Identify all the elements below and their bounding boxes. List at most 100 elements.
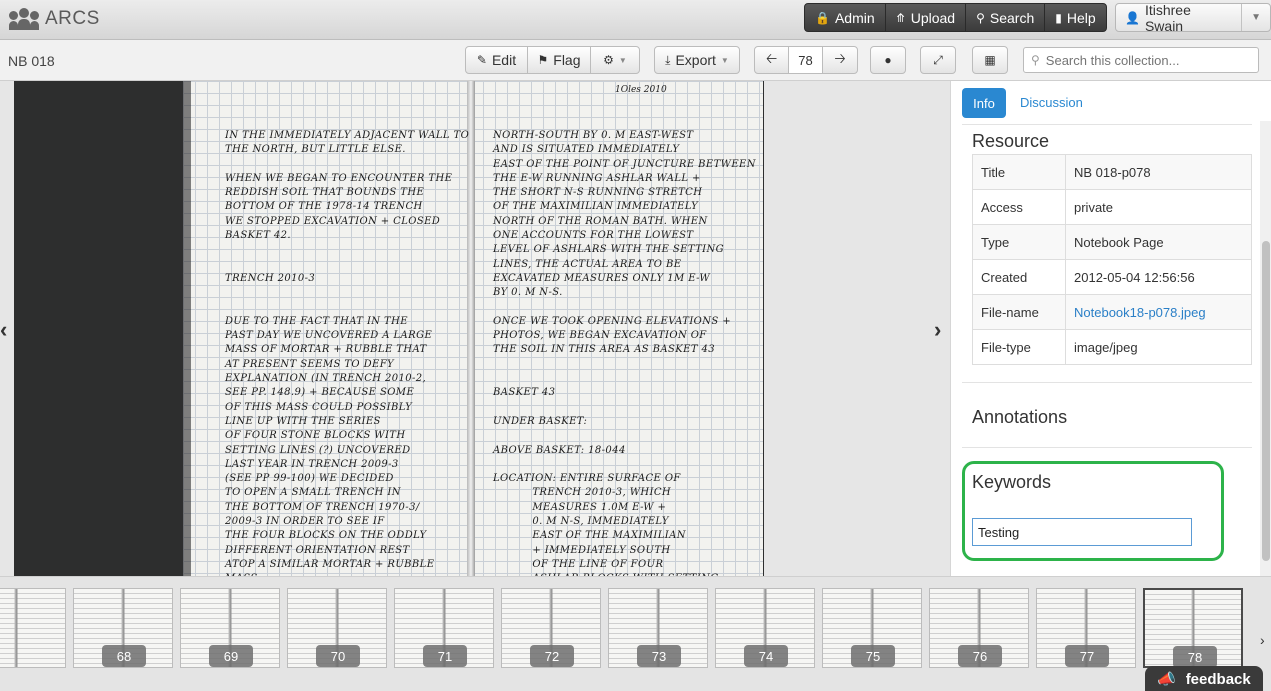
feedback-label: feedback <box>1185 670 1251 688</box>
location-button[interactable]: ● <box>870 46 906 74</box>
grid-view-button[interactable]: ▦ <box>972 46 1008 74</box>
caret-down-icon: ▼ <box>1251 12 1262 23</box>
page-thumbnail[interactable]: 68 <box>73 588 173 668</box>
page-thumbnail[interactable]: 69 <box>180 588 280 668</box>
table-row: Created 2012-05-04 12:56:56 <box>972 259 1252 295</box>
thumbnail-page-number: 72 <box>530 645 574 667</box>
megaphone-icon: 📣 <box>1157 671 1176 688</box>
brand[interactable]: ARCS <box>9 7 100 31</box>
caret-down-icon: ▼ <box>618 55 627 65</box>
collection-search-box[interactable]: ⚲ <box>1023 47 1259 73</box>
people-logo-icon <box>9 8 39 30</box>
thumbnail-page-number: 73 <box>637 645 681 667</box>
tab-discussion[interactable]: Discussion <box>1020 95 1083 110</box>
user-name: Itishree Swain <box>1144 3 1191 32</box>
main-nav-group: 🔒 Admin ⤊ Upload ⚲ Search ▮ Help <box>804 3 1107 32</box>
search-nav-label: Search <box>989 9 1035 26</box>
table-row: File-type image/jpeg <box>972 329 1252 365</box>
thumbnail-page-number: 71 <box>423 645 467 667</box>
table-row: Title NB 018-p078 <box>972 154 1252 190</box>
lock-icon: 🔒 <box>815 10 830 25</box>
keywords-input[interactable] <box>972 518 1192 546</box>
upload-label: Upload <box>910 9 956 26</box>
admin-label: Admin <box>834 9 875 26</box>
flag-button[interactable]: ⚑ Flag <box>528 47 591 73</box>
user-menu: 👤 Itishree Swain ▼ <box>1115 3 1271 32</box>
resource-heading: Resource <box>972 131 1050 151</box>
settings-dropdown-button[interactable]: ⚙ ▼ <box>591 47 639 73</box>
next-page-button[interactable]: 🡢 <box>823 47 857 73</box>
resource-key: Access <box>972 189 1066 225</box>
resource-key: Type <box>972 224 1066 260</box>
page-thumbnail[interactable] <box>0 588 66 668</box>
upload-circle-icon: ⤊ <box>895 10 906 25</box>
page-thumbnail[interactable]: 72 <box>501 588 601 668</box>
user-button[interactable]: 👤 Itishree Swain <box>1116 3 1243 32</box>
page-navigation: 🡠 78 🡢 <box>754 46 858 74</box>
panel-scrollbar-thumb[interactable] <box>1262 241 1270 561</box>
page-thumbnail[interactable]: 70 <box>287 588 387 668</box>
export-button[interactable]: ⤓ Export ▼ <box>654 46 740 74</box>
grid-icon: ▦ <box>984 53 996 67</box>
page-thumbnail[interactable]: 75 <box>822 588 922 668</box>
notebook-page-image: 1Oles 2010 IN THE IMMEDIATELY ADJACENT W… <box>183 81 763 576</box>
download-icon: ⤓ <box>665 53 671 67</box>
app-name: ARCS <box>45 8 100 29</box>
page-thumbnail-active[interactable]: 78 <box>1143 588 1243 668</box>
upload-button[interactable]: ⤊ Upload <box>886 4 967 31</box>
table-row: File-name Notebook18-p078.jpeg <box>972 294 1252 330</box>
resource-value: 2012-05-04 12:56:56 <box>1065 259 1252 295</box>
resource-value: image/jpeg <box>1065 329 1252 365</box>
edit-flag-group: ✎ Edit ⚑ Flag ⚙ ▼ <box>465 46 640 74</box>
top-navbar: ARCS 🔒 Admin ⤊ Upload ⚲ Search ▮ Help 👤 … <box>0 0 1271 40</box>
admin-button[interactable]: 🔒 Admin <box>805 4 886 31</box>
thumbnail-page-number: 69 <box>209 645 253 667</box>
thumbnail-page-number: 68 <box>102 645 146 667</box>
thumbnail-page-number: 75 <box>851 645 895 667</box>
page-thumbnail[interactable]: 76 <box>929 588 1029 668</box>
expand-icon: ⤢ <box>933 53 943 67</box>
tab-info[interactable]: Info <box>962 88 1006 118</box>
edit-button[interactable]: ✎ Edit <box>466 47 528 73</box>
search-nav-button[interactable]: ⚲ Search <box>966 4 1046 31</box>
arrow-left-icon: 🡠 <box>765 50 778 66</box>
page-title: NB 018 <box>8 53 55 69</box>
search-icon: ⚲ <box>1031 53 1040 67</box>
info-panel: Info Discussion Resource Title NB 018-p0… <box>950 81 1271 576</box>
page-thumbnail[interactable]: 71 <box>394 588 494 668</box>
notebook-page-header: 1Oles 2010 <box>615 85 667 95</box>
thumbnail-page-number: 74 <box>744 645 788 667</box>
prev-page-arrow-icon[interactable]: ‹ <box>0 317 7 343</box>
fullscreen-button[interactable]: ⤢ <box>920 46 956 74</box>
thumbnail-page-number: 76 <box>958 645 1002 667</box>
export-label: Export <box>675 52 716 68</box>
resource-table: Title NB 018-p078 Access private Type No… <box>972 154 1252 365</box>
file-name-link[interactable]: Notebook18-p078.jpeg <box>1065 294 1252 330</box>
map-marker-icon: ● <box>884 53 892 67</box>
feedback-button[interactable]: 📣 feedback <box>1145 666 1263 691</box>
flag-icon: ⚑ <box>537 53 549 67</box>
table-row: Type Notebook Page <box>972 224 1252 260</box>
thumbnail-page-number: 78 <box>1173 646 1217 666</box>
prev-page-button[interactable]: 🡠 <box>755 47 789 73</box>
page-thumbnail[interactable]: 73 <box>608 588 708 668</box>
help-button[interactable]: ▮ Help <box>1045 4 1105 31</box>
filmstrip-next-arrow-icon[interactable]: › <box>1260 632 1265 648</box>
page-thumbnail[interactable]: 74 <box>715 588 815 668</box>
user-dropdown-toggle[interactable]: ▼ <box>1242 4 1270 31</box>
next-page-arrow-icon[interactable]: › <box>934 317 941 343</box>
notebook-right-page-text: NORTH-SOUTH BY 0. M EAST-WEST AND IS SIT… <box>493 130 756 576</box>
notebook-left-page-text: IN THE IMMEDIATELY ADJACENT WALL TO THE … <box>225 130 470 576</box>
thumbnail-page-number: 77 <box>1065 645 1109 667</box>
page-filmstrip: 68 69 70 71 72 73 74 75 76 77 78 › 📣 fee… <box>0 576 1271 691</box>
resource-key: File-type <box>972 329 1066 365</box>
edit-label: Edit <box>491 52 517 68</box>
keywords-heading: Keywords <box>972 472 1052 492</box>
page-number-field[interactable]: 78 <box>789 47 823 73</box>
resource-key: File-name <box>972 294 1066 330</box>
search-icon: ⚲ <box>976 10 985 25</box>
collection-search-input[interactable] <box>1045 52 1246 68</box>
flag-label: Flag <box>553 52 581 68</box>
page-thumbnail[interactable]: 77 <box>1036 588 1136 668</box>
arrow-right-icon: 🡢 <box>834 50 846 66</box>
